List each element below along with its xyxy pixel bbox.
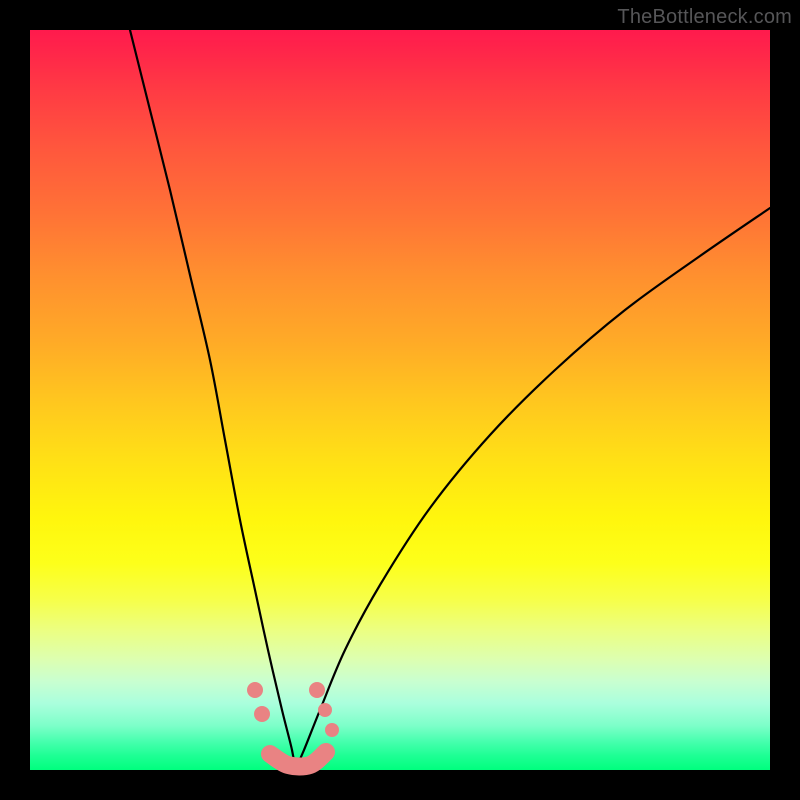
marker-dot [318,703,332,717]
right-branch-path [295,208,770,770]
chart-root: TheBottleneck.com [0,0,800,800]
thick-min-segment [270,752,326,767]
marker-dot [247,682,263,698]
marker-dot [254,706,270,722]
watermark-text: TheBottleneck.com [617,6,792,29]
marker-dot [325,723,339,737]
marker-group [247,682,339,737]
curve-svg [30,30,770,770]
left-branch-path [130,30,295,770]
marker-dot [309,682,325,698]
